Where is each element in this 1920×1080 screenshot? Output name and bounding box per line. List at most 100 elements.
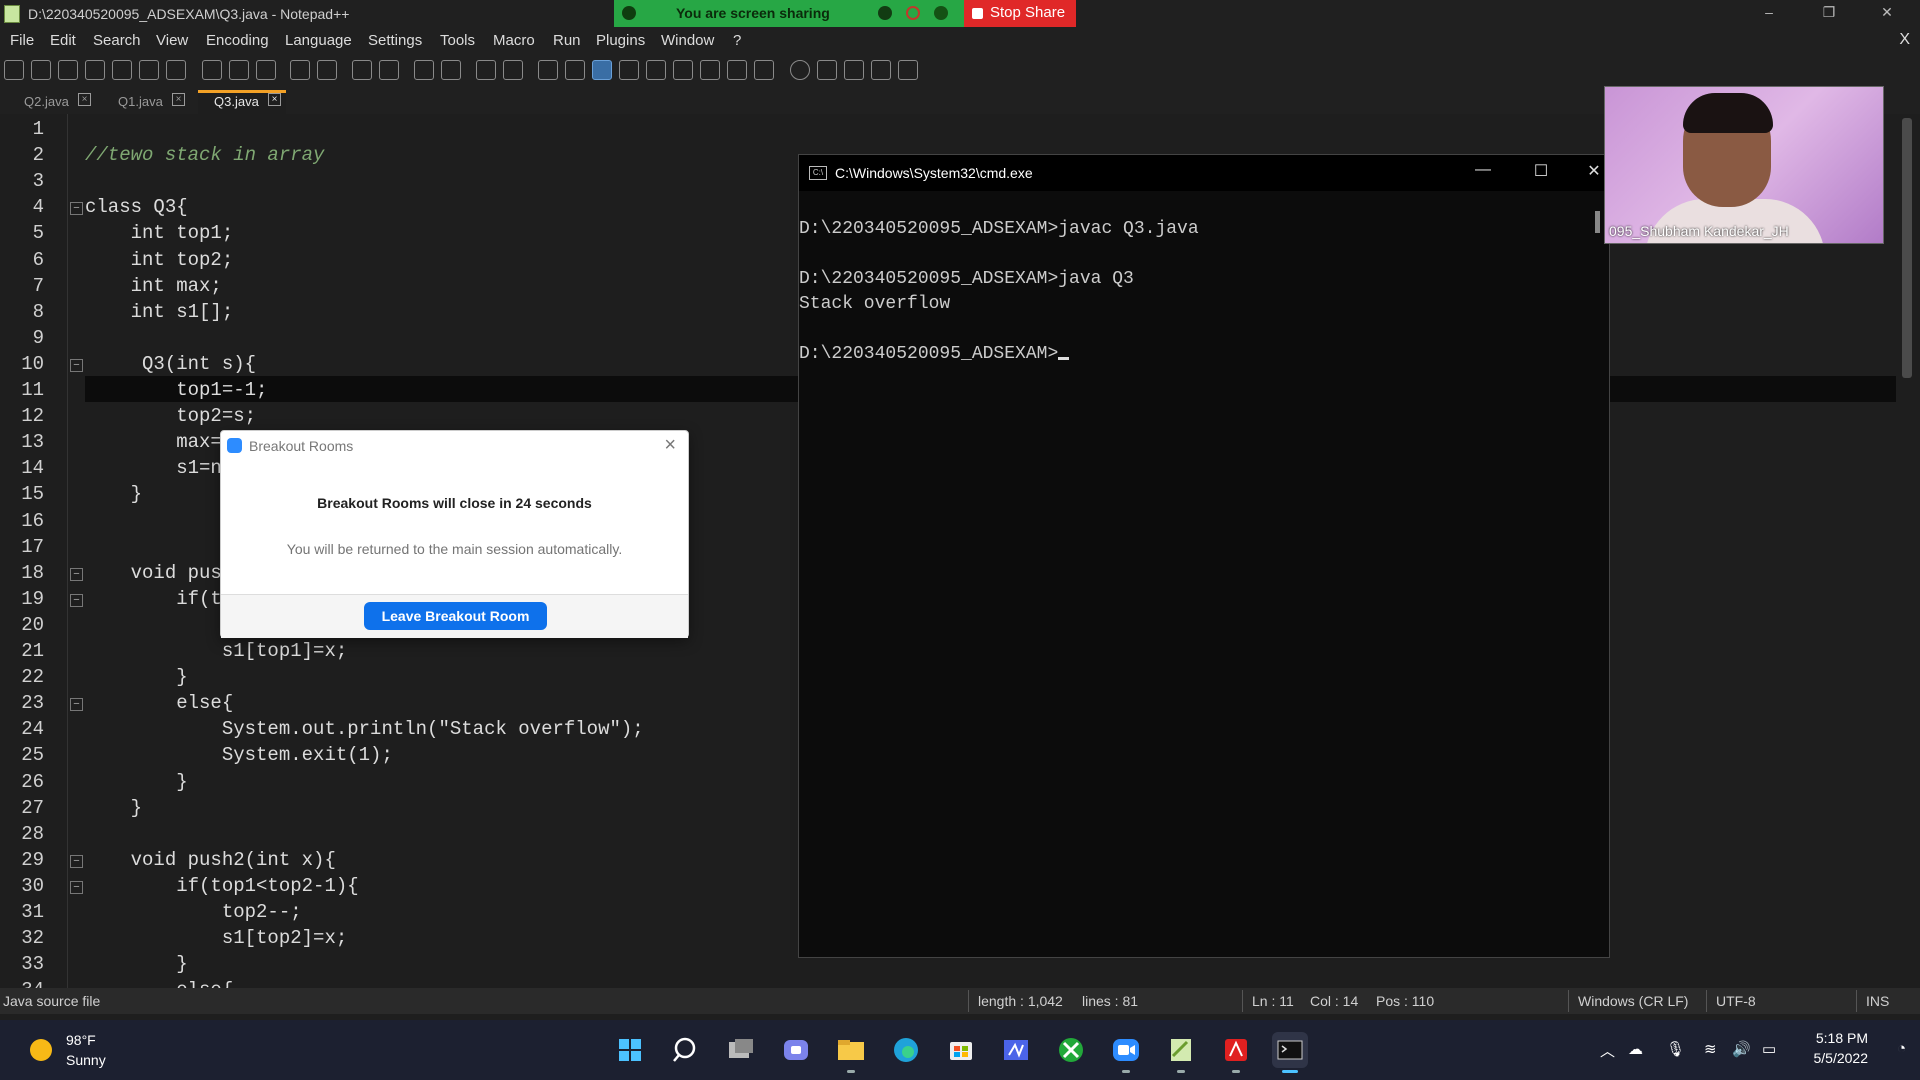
sync-horizontal-icon[interactable] [503, 60, 523, 80]
speaker-icon[interactable] [878, 6, 892, 20]
start-icon[interactable] [612, 1032, 648, 1068]
show-all-chars-icon[interactable] [565, 60, 585, 80]
replace-icon[interactable] [379, 60, 399, 80]
xml-tag-icon[interactable] [619, 60, 639, 80]
fold-toggle-icon[interactable]: − [70, 854, 83, 868]
find-icon[interactable] [352, 60, 372, 80]
code-line[interactable]: } [85, 953, 187, 975]
file-explorer-icon[interactable] [833, 1032, 869, 1073]
close-icon[interactable]: × [664, 434, 676, 457]
visual-studio-icon[interactable] [998, 1032, 1034, 1068]
save-all-icon[interactable] [85, 60, 105, 80]
menu-plugins[interactable]: Plugins [596, 32, 645, 49]
sun-icon[interactable] [30, 1039, 52, 1061]
code-line[interactable]: } [85, 483, 142, 505]
close-all-icon[interactable] [139, 60, 159, 80]
terminal-icon[interactable] [1272, 1032, 1308, 1073]
notepadpp-icon[interactable] [1163, 1032, 1199, 1073]
run-multiple-icon[interactable] [871, 60, 891, 80]
acrobat-icon[interactable] [1218, 1032, 1254, 1073]
code-line[interactable]: top1=-1; [85, 379, 267, 401]
cmd-scrollbar[interactable] [1595, 211, 1600, 233]
doc-map-icon[interactable] [646, 60, 666, 80]
battery-icon[interactable]: ▭ [1762, 1040, 1776, 1058]
code-line[interactable]: } [85, 666, 187, 688]
tab-q3[interactable]: Q3.java × [198, 90, 286, 114]
wifi-icon[interactable]: ≋ [1704, 1040, 1717, 1058]
code-line[interactable]: top2=s; [85, 405, 256, 427]
eol-format[interactable]: Windows (CR LF) [1578, 993, 1688, 1009]
menu-help[interactable]: ? [733, 32, 741, 49]
insert-mode[interactable]: INS [1866, 993, 1889, 1009]
record-macro-icon[interactable] [790, 60, 810, 80]
cmd-window[interactable]: C:\ C:\Windows\System32\cmd.exe — ☐ ✕ D:… [798, 154, 1610, 958]
folder-workspace-icon[interactable] [727, 60, 747, 80]
encoding[interactable]: UTF-8 [1716, 993, 1756, 1009]
cmd-console[interactable]: D:\220340520095_ADSEXAM>javac Q3.java D:… [799, 191, 1589, 957]
fold-toggle-icon[interactable]: − [70, 202, 83, 216]
edge-icon[interactable] [888, 1032, 924, 1068]
zoom-icon[interactable] [1108, 1032, 1144, 1073]
zoom-out-icon[interactable] [441, 60, 461, 80]
save-macro-icon[interactable] [898, 60, 918, 80]
open-folder-icon[interactable] [31, 60, 51, 80]
menu-macro[interactable]: Macro [493, 32, 535, 49]
code-line[interactable]: int top2; [85, 249, 234, 271]
restore-button[interactable]: ❐ [1806, 4, 1852, 26]
word-wrap-icon[interactable] [538, 60, 558, 80]
cut-icon[interactable] [202, 60, 222, 80]
code-line[interactable]: System.exit(1); [85, 744, 393, 766]
code-line[interactable]: s1[top2]=x; [85, 927, 347, 949]
microphone-icon[interactable]: 🎙 [1666, 1040, 1685, 1058]
close-tab-icon[interactable]: × [78, 93, 91, 106]
chevron-up-icon[interactable]: ︿ [1600, 1040, 1615, 1061]
paste-icon[interactable] [256, 60, 276, 80]
menu-window[interactable]: Window [661, 32, 714, 49]
code-line[interactable]: int top1; [85, 222, 234, 244]
menu-tools[interactable]: Tools [440, 32, 475, 49]
weather-temperature[interactable]: 98°F [66, 1032, 96, 1048]
menu-edit[interactable]: Edit [50, 32, 76, 49]
notification-icon[interactable]: ◔ [1897, 1040, 1906, 1057]
code-line[interactable]: int max; [85, 275, 222, 297]
code-line[interactable]: System.out.println("Stack overflow"); [85, 718, 644, 740]
tab-q2[interactable]: Q2.java × [10, 90, 96, 114]
fold-toggle-icon[interactable]: − [70, 567, 83, 581]
fold-toggle-icon[interactable]: − [70, 880, 83, 894]
menu-search[interactable]: Search [93, 32, 141, 49]
menu-file[interactable]: File [10, 32, 34, 49]
code-line[interactable]: if(top1<top2-1){ [85, 875, 358, 897]
task-view-icon[interactable] [723, 1032, 759, 1068]
play-macro-icon[interactable] [844, 60, 864, 80]
code-line[interactable]: else{ [85, 979, 233, 988]
menu-settings[interactable]: Settings [368, 32, 422, 49]
new-file-icon[interactable] [4, 60, 24, 80]
vertical-scrollbar[interactable] [1896, 114, 1920, 988]
fold-toggle-icon[interactable]: − [70, 593, 83, 607]
participant-video[interactable]: 095_Shubham Kandekar_JH [1604, 86, 1884, 244]
leave-breakout-room-button[interactable]: Leave Breakout Room [364, 602, 547, 630]
cmd-minimize-button[interactable]: — [1463, 161, 1503, 185]
system-clock[interactable]: 5:18 PM 5/5/2022 [1814, 1030, 1869, 1066]
cmd-maximize-button[interactable]: ☐ [1521, 161, 1561, 185]
doc-list-icon[interactable] [673, 60, 693, 80]
zoom-in-icon[interactable] [414, 60, 434, 80]
indent-guide-icon[interactable] [592, 60, 612, 80]
menu-language[interactable]: Language [285, 32, 352, 49]
monitor-icon[interactable] [754, 60, 774, 80]
close-document-button[interactable]: X [1899, 31, 1910, 49]
weather-condition[interactable]: Sunny [66, 1052, 106, 1068]
fold-toggle-icon[interactable]: − [70, 698, 83, 712]
code-line[interactable]: void push2(int x){ [85, 849, 336, 871]
function-list-icon[interactable] [700, 60, 720, 80]
chat-icon[interactable] [778, 1032, 814, 1068]
close-tab-icon[interactable]: × [172, 93, 185, 106]
search-icon[interactable] [668, 1032, 704, 1068]
volume-icon[interactable]: 🔊 [1732, 1040, 1751, 1058]
copy-icon[interactable] [229, 60, 249, 80]
code-line[interactable]: Q3(int s){ [85, 353, 256, 375]
code-line[interactable]: int s1[]; [85, 301, 234, 323]
store-icon[interactable] [943, 1032, 979, 1068]
code-line[interactable]: else{ [85, 692, 233, 714]
menu-view[interactable]: View [156, 32, 188, 49]
